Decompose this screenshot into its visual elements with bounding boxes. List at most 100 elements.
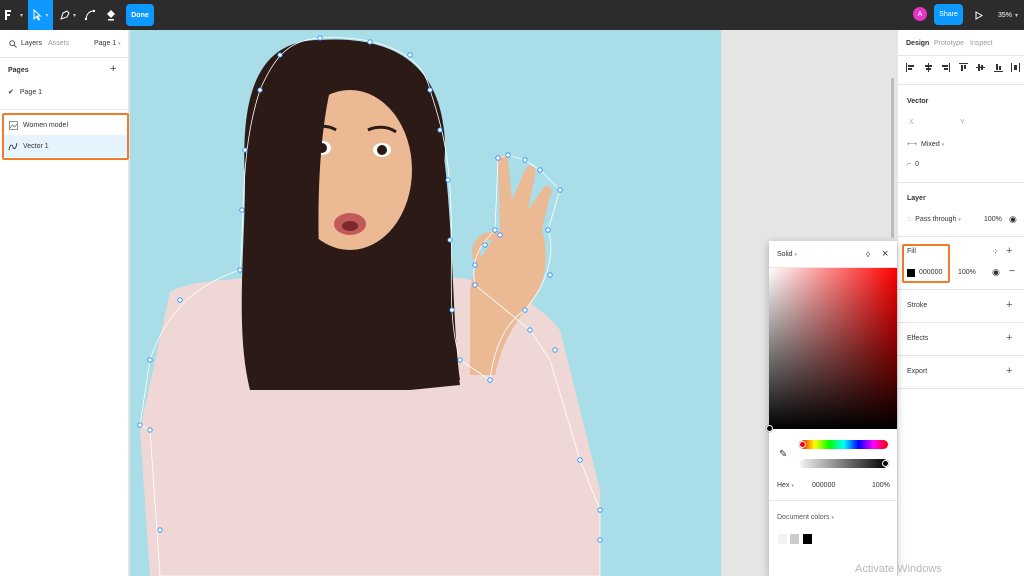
play-icon [975, 10, 983, 20]
tab-layers[interactable]: Layers [21, 40, 42, 47]
tab-inspect[interactable]: Inspect [970, 40, 993, 47]
chevron-down-icon: ▾ [791, 483, 794, 489]
add-effect-button[interactable]: + [1006, 332, 1012, 344]
opacity-slider[interactable] [800, 459, 888, 468]
divider [898, 182, 1024, 183]
hue-knob[interactable] [799, 441, 806, 448]
bend-tool-button[interactable] [82, 0, 98, 30]
plus-icon: + [110, 63, 117, 75]
align-right-icon[interactable] [941, 62, 950, 72]
search-icon[interactable] [9, 40, 17, 48]
add-export-button[interactable]: + [1006, 365, 1012, 377]
page-item-page-1[interactable]: ✔ Page 1 [8, 88, 42, 96]
divider [898, 84, 1024, 85]
divider [769, 500, 897, 501]
pen-tool-button[interactable]: ▾ [55, 0, 80, 30]
opacity-knob[interactable] [882, 460, 889, 467]
present-button[interactable] [972, 0, 986, 30]
color-picker-popup: Solid ▾ ◊ × ✎ Hex ▾ 000000 100% Document… [766, 241, 897, 576]
effects-heading: Effects [907, 335, 929, 342]
fill-styles-icon[interactable]: ⁘ [992, 247, 999, 256]
document-colors-dropdown[interactable]: Document colors ▾ [777, 514, 834, 521]
chevron-down-icon: ▾ [72, 12, 76, 19]
add-fill-button[interactable]: + [1006, 245, 1012, 257]
highlight-box-fill [902, 244, 950, 283]
color-format-value: Hex [777, 482, 790, 489]
fill-type-dropdown[interactable]: Solid ▾ [777, 251, 797, 258]
align-left-icon[interactable] [906, 62, 915, 72]
align-bottom-icon[interactable] [993, 62, 1003, 72]
chevron-down-icon: ▾ [958, 217, 961, 223]
corner-radius-icon: ⟷ [907, 141, 918, 148]
align-horizontal-center-icon[interactable] [924, 62, 933, 72]
droplet-icon: ◌ [907, 216, 912, 223]
page-item-label: Page 1 [19, 89, 43, 96]
layers-panel: Layers Assets Page 1 ▾ Pages + ✔ Page 1 W… [0, 30, 129, 576]
saturation-knob[interactable] [766, 425, 773, 432]
eyedropper-icon[interactable]: ✎ [779, 449, 787, 460]
tab-assets[interactable]: Assets [48, 40, 69, 47]
picker-opacity-input[interactable]: 100% [872, 482, 890, 489]
stroke-heading: Stroke [907, 302, 928, 309]
zoom-value: 35% [998, 11, 1013, 19]
fill-visibility-eye-icon[interactable]: ◉ [992, 267, 1000, 278]
paint-bucket-button[interactable] [103, 0, 119, 30]
share-button[interactable]: Share [934, 4, 963, 25]
left-panel-tabs: Layers Assets Page 1 ▾ [0, 30, 129, 58]
add-page-button[interactable]: + [110, 63, 116, 75]
paint-bucket-icon [107, 10, 115, 21]
done-button[interactable]: Done [126, 4, 154, 26]
corner-radius-value: Mixed [921, 141, 940, 148]
tab-design[interactable]: Design [906, 40, 929, 47]
align-vertical-center-icon[interactable] [976, 62, 985, 72]
document-color-swatch[interactable] [790, 534, 799, 544]
document-color-swatch[interactable] [778, 534, 787, 544]
plus-icon: + [1006, 299, 1013, 311]
add-stroke-button[interactable]: + [1006, 299, 1012, 311]
rotation-icon: ⌐ [907, 161, 912, 168]
remove-fill-button[interactable]: − [1009, 266, 1015, 277]
chevron-down-icon: ▾ [45, 12, 49, 19]
plus-icon: + [1006, 332, 1013, 344]
distribute-icon[interactable] [1011, 62, 1020, 72]
move-tool-button[interactable]: ▾ [28, 0, 53, 30]
hex-input[interactable]: 000000 [812, 482, 835, 489]
color-picker-header: Solid ▾ ◊ × [769, 241, 897, 268]
saturation-brightness-area[interactable] [769, 268, 897, 429]
main-menu-button[interactable]: ▾ [0, 0, 26, 30]
align-top-icon[interactable] [958, 62, 968, 72]
top-toolbar: ▾ ▾ ▾ Done A Share 35% ▾ [0, 0, 1024, 30]
fill-type-value: Solid [777, 251, 793, 258]
export-heading: Export [907, 368, 928, 375]
corner-radius-field[interactable]: ⟷ Mixed ▾ [907, 140, 944, 148]
tab-prototype[interactable]: Prototype [934, 40, 964, 47]
vector-heading: Vector [907, 98, 929, 105]
color-format-dropdown[interactable]: Hex ▾ [777, 482, 794, 489]
divider [898, 55, 1024, 56]
rotation-field[interactable]: ⌐ 0 [907, 161, 919, 168]
zoom-dropdown[interactable]: 35% ▾ [998, 0, 1018, 30]
right-panel-scrollbar[interactable] [891, 78, 894, 238]
visibility-eye-icon[interactable]: ◉ [1009, 214, 1017, 225]
model-photo-illustration [137, 35, 603, 576]
chevron-down-icon: ▾ [831, 515, 834, 521]
layer-opacity-field[interactable]: 100% [984, 216, 1002, 223]
chevron-down-icon: ▾ [941, 142, 945, 148]
close-icon[interactable]: × [882, 248, 888, 260]
hue-slider[interactable] [800, 440, 888, 449]
droplet-icon[interactable]: ◊ [866, 250, 870, 259]
activate-windows-watermark: Activate Windows [855, 563, 942, 575]
plus-icon: + [1006, 365, 1013, 377]
user-avatar[interactable]: A [913, 7, 927, 21]
alignment-toolbar [906, 62, 1020, 74]
divider [898, 289, 1024, 290]
page-selector[interactable]: Page 1 ▾ [94, 40, 121, 47]
divider [898, 236, 1024, 237]
women-model-image[interactable] [130, 30, 721, 576]
document-color-swatch[interactable] [803, 534, 812, 544]
blend-mode-dropdown[interactable]: ◌ Pass through ▾ [907, 216, 961, 223]
fill-opacity-field[interactable]: 100% [958, 269, 976, 276]
divider [898, 355, 1024, 356]
y-field[interactable]: Y [960, 119, 965, 126]
x-field[interactable]: X [909, 119, 914, 126]
